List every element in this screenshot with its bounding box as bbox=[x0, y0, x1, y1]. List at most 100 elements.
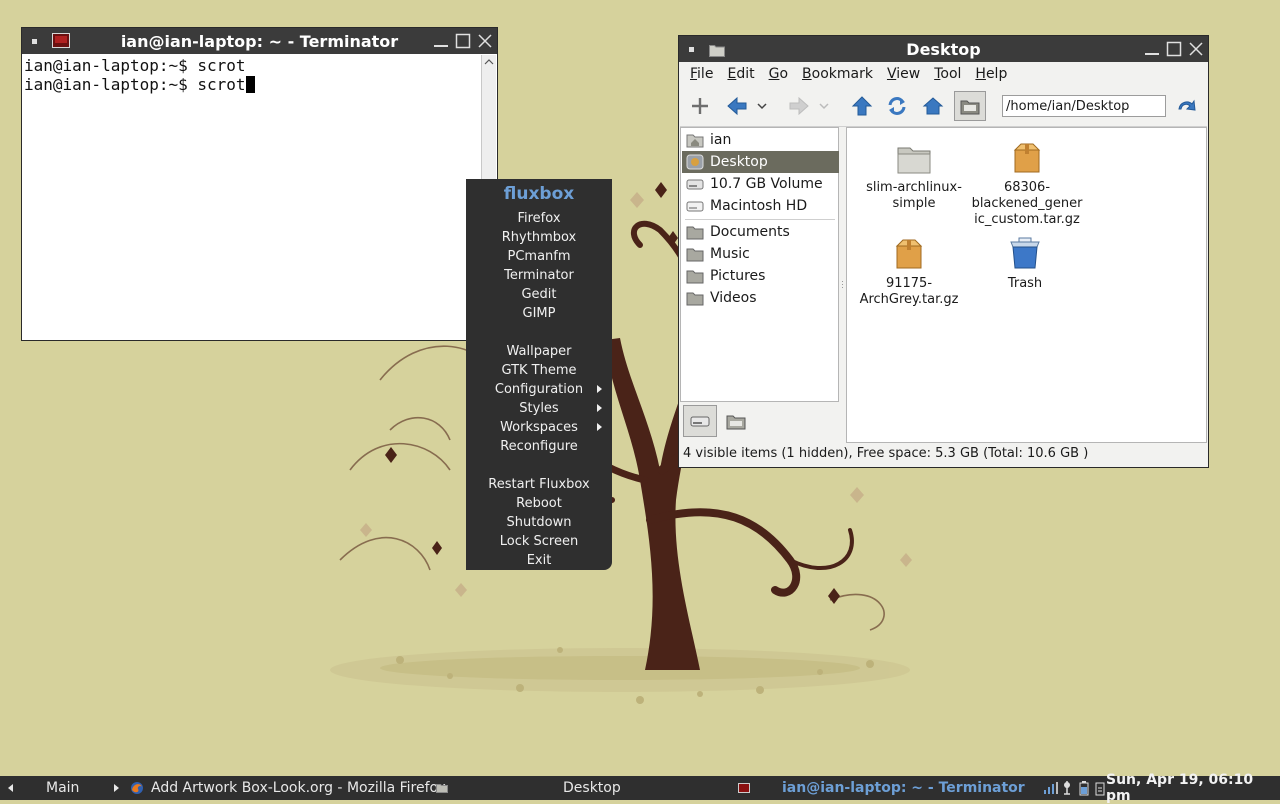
menu-item-gedit[interactable]: Gedit bbox=[466, 285, 612, 304]
menu-header: fluxbox bbox=[503, 184, 575, 204]
menu-item-lock-screen[interactable]: Lock Screen bbox=[466, 532, 612, 551]
workspace-name[interactable]: Main bbox=[46, 776, 79, 800]
menu-item-gtk-theme[interactable]: GTK Theme bbox=[466, 361, 612, 380]
file-icon-view[interactable]: slim-archlinux- simple 68306- blackened_… bbox=[846, 127, 1207, 443]
firefox-icon bbox=[131, 782, 143, 794]
menu-item-styles[interactable]: Styles bbox=[466, 399, 612, 418]
menu-item-configuration[interactable]: Configuration bbox=[466, 380, 612, 399]
sidebar-separator bbox=[685, 219, 835, 220]
menu-item-reboot[interactable]: Reboot bbox=[466, 494, 612, 513]
menu-item-gimp[interactable]: GIMP bbox=[466, 304, 612, 323]
menu-label: ile bbox=[697, 66, 714, 82]
places-view-button[interactable] bbox=[683, 405, 717, 437]
drive-icon bbox=[686, 176, 704, 192]
folder-view-toggle-button[interactable] bbox=[954, 91, 986, 121]
menu-file[interactable]: File bbox=[690, 66, 713, 82]
menu-item-shutdown[interactable]: Shutdown bbox=[466, 513, 612, 532]
task-terminator-active[interactable]: ian@ian-laptop: ~ - Terminator bbox=[782, 776, 1025, 800]
pane-resize-handle[interactable] bbox=[839, 127, 846, 443]
file-item-68306-blackened-generic-custom[interactable]: 68306- blackened_gener ic_custom.tar.gz bbox=[967, 138, 1087, 228]
terminal-titlebar[interactable]: ian@ian-laptop: ~ - Terminator bbox=[22, 28, 497, 54]
menu-view[interactable]: View bbox=[887, 66, 920, 82]
menu-mnemonic: B bbox=[802, 66, 812, 82]
menu-mnemonic: V bbox=[886, 66, 897, 82]
sidebar-item-10-7-gb-volume[interactable]: 10.7 GB Volume bbox=[682, 173, 839, 195]
home-icon[interactable] bbox=[920, 93, 946, 119]
task-desktop-icon-cell[interactable] bbox=[436, 776, 448, 800]
go-jump-icon[interactable] bbox=[1174, 93, 1200, 119]
sidebar-item-music[interactable]: Music bbox=[682, 243, 839, 265]
location-input[interactable]: /home/ian/Desktop bbox=[1002, 95, 1166, 117]
file-item-trash[interactable]: Trash bbox=[965, 234, 1085, 292]
task-firefox[interactable]: Add Artwork Box-Look.org - Mozilla Firef… bbox=[130, 776, 446, 800]
submenu-arrow-icon bbox=[597, 404, 602, 412]
volume-icon[interactable] bbox=[1061, 780, 1073, 796]
file-name: ArchGrey.tar.gz bbox=[859, 292, 959, 307]
network-signal-icon[interactable] bbox=[1043, 781, 1059, 795]
minimize-icon[interactable] bbox=[433, 33, 449, 49]
minimize-icon[interactable] bbox=[1144, 41, 1160, 57]
places-sidebar: ian Desktop 10.7 GB Volume Macintosh HD … bbox=[680, 127, 839, 402]
menu-bookmark[interactable]: Bookmark bbox=[802, 66, 873, 82]
menu-item-workspaces[interactable]: Workspaces bbox=[466, 418, 612, 437]
file-manager-title: Desktop bbox=[906, 39, 981, 59]
file-manager-window[interactable]: Desktop File Edit Go Bookmark View Tool … bbox=[679, 36, 1208, 467]
menu-item-restart-fluxbox[interactable]: Restart Fluxbox bbox=[466, 475, 612, 494]
folder-icon bbox=[709, 42, 725, 57]
home-icon bbox=[686, 132, 704, 148]
menu-item-rhythmbox[interactable]: Rhythmbox bbox=[466, 228, 612, 247]
forward-icon[interactable] bbox=[786, 93, 812, 119]
clock[interactable]: Sun, Apr 19, 06:10 pm bbox=[1106, 772, 1280, 804]
folder-icon bbox=[854, 138, 974, 174]
sidebar-item-macintosh-hd[interactable]: Macintosh HD bbox=[682, 195, 839, 217]
sidebar-item-label: Videos bbox=[710, 290, 757, 306]
menu-item-firefox[interactable]: Firefox bbox=[466, 209, 612, 228]
menu-label: ool bbox=[940, 66, 962, 82]
menu-item-wallpaper[interactable]: Wallpaper bbox=[466, 342, 612, 361]
reload-icon[interactable] bbox=[884, 93, 910, 119]
menu-tool[interactable]: Tool bbox=[934, 66, 961, 82]
task-desktop[interactable]: Desktop bbox=[563, 776, 621, 800]
menu-go[interactable]: Go bbox=[769, 66, 788, 82]
file-name: 91175- bbox=[885, 276, 933, 291]
arrow-right-icon bbox=[114, 784, 119, 792]
maximize-icon[interactable] bbox=[455, 33, 471, 49]
maximize-icon[interactable] bbox=[1166, 41, 1182, 57]
file-manager-titlebar[interactable]: Desktop bbox=[679, 36, 1208, 62]
file-item-91175-archgrey[interactable]: 91175- ArchGrey.tar.gz bbox=[849, 234, 969, 308]
close-icon[interactable] bbox=[1188, 41, 1204, 57]
power-plug-icon[interactable] bbox=[1095, 780, 1105, 796]
window-menu-icon[interactable] bbox=[689, 47, 694, 52]
sidebar-item-ian[interactable]: ian bbox=[682, 129, 839, 151]
terminal-output[interactable]: ian@ian-laptop:~$ scrot ian@ian-laptop:~$… bbox=[24, 56, 480, 336]
fluxbox-root-menu[interactable]: fluxbox Firefox Rhythmbox PCmanfm Termin… bbox=[466, 179, 612, 570]
directory-tree-button[interactable] bbox=[722, 405, 750, 437]
up-arrow-icon[interactable] bbox=[849, 93, 875, 119]
menu-item-pcmanfm[interactable]: PCmanfm bbox=[466, 247, 612, 266]
terminal-prompt-line[interactable]: ian@ian-laptop:~$ scrot bbox=[24, 75, 480, 94]
window-menu-icon[interactable] bbox=[32, 39, 37, 44]
menu-item-exit[interactable]: Exit bbox=[466, 551, 612, 570]
new-tab-icon[interactable] bbox=[687, 93, 713, 119]
file-item-slim-archlinux-simple[interactable]: slim-archlinux- simple bbox=[854, 138, 974, 212]
menu-edit[interactable]: Edit bbox=[727, 66, 754, 82]
menu-item-label: Styles bbox=[519, 401, 559, 416]
close-icon[interactable] bbox=[477, 33, 493, 49]
battery-icon[interactable] bbox=[1079, 780, 1089, 796]
sidebar-item-pictures[interactable]: Pictures bbox=[682, 265, 839, 287]
sidebar-item-videos[interactable]: Videos bbox=[682, 287, 839, 309]
back-icon[interactable] bbox=[724, 93, 750, 119]
sidebar-item-documents[interactable]: Documents bbox=[682, 221, 839, 243]
next-workspace-button[interactable] bbox=[114, 776, 124, 800]
scroll-up-icon[interactable] bbox=[482, 55, 496, 69]
menu-help[interactable]: Help bbox=[975, 66, 1007, 82]
forward-history-chevron-down-icon[interactable] bbox=[817, 93, 831, 119]
sidebar-item-label: 10.7 GB Volume bbox=[710, 176, 823, 192]
back-history-chevron-down-icon[interactable] bbox=[755, 93, 769, 119]
task-terminator-icon-cell[interactable] bbox=[738, 776, 750, 800]
menu-item-terminator[interactable]: Terminator bbox=[466, 266, 612, 285]
sidebar-item-desktop[interactable]: Desktop bbox=[682, 151, 839, 173]
menu-item-reconfigure[interactable]: Reconfigure bbox=[466, 437, 612, 456]
prev-workspace-button[interactable] bbox=[8, 776, 18, 800]
terminal-window[interactable]: ian@ian-laptop: ~ - Terminator ian@ian-l… bbox=[22, 28, 497, 340]
